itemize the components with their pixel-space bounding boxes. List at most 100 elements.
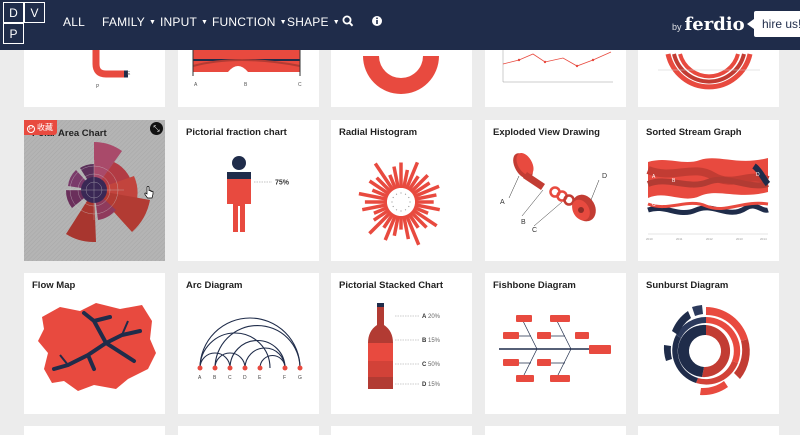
part-label: A — [500, 199, 505, 206]
segment-value: 15% — [428, 338, 441, 344]
pictorial-stacked-thumbnail: A 20% B 15% C 50% D 15% — [368, 303, 441, 389]
logo-letter-p: P — [3, 23, 24, 44]
dvp-logo[interactable]: D V P — [3, 2, 45, 44]
expand-icon[interactable]: ⤡ — [150, 122, 163, 135]
radial-tick — [408, 205, 410, 208]
card-sorted-stream-graph[interactable]: Sorted Stream Graph A B C D 2010 2011 2012… — [638, 120, 779, 261]
card-partial-bottom-2[interactable] — [178, 426, 319, 435]
nav-all-label: ALL — [63, 15, 85, 29]
arc-node-label: G — [298, 375, 302, 381]
nav-input[interactable]: INPUT ▼ — [160, 15, 208, 29]
sorted-stream-graph-thumbnail: A B C D 2010 2011 2012 2013 2014 — [646, 158, 771, 241]
nav-family[interactable]: FAMILY ▼ — [102, 15, 156, 29]
card-partial-4[interactable] — [485, 50, 626, 107]
arc-node-label: F — [283, 375, 286, 381]
hire-us-button[interactable]: hire us! — [754, 11, 800, 37]
stream-label: D — [756, 172, 760, 178]
radial-tick — [395, 209, 398, 211]
pin-icon: P — [27, 125, 35, 133]
partial-label: P — [96, 84, 100, 90]
card-radial-histogram[interactable]: Radial Histogram — [331, 120, 472, 261]
card-pictorial-stacked-chart[interactable]: Pictorial Stacked Chart A 20% B 15% C 50… — [331, 273, 472, 414]
ferdio-brand[interactable]: by ferdio — [672, 14, 745, 35]
caret-down-icon: ▼ — [279, 19, 287, 26]
caret-down-icon: ▼ — [332, 19, 340, 26]
sunburst-diagram-thumbnail — [663, 305, 750, 396]
part-label: C — [532, 227, 537, 234]
radial-tick — [392, 196, 394, 199]
radial-tick — [400, 192, 402, 194]
logo-empty-cell — [24, 23, 45, 44]
card-partial-3[interactable] — [331, 50, 472, 107]
part-label: B — [521, 219, 526, 226]
info-icon[interactable] — [371, 14, 383, 33]
save-tag[interactable]: P 收藏 — [24, 120, 57, 135]
fishbone-diagram-thumbnail — [499, 315, 611, 382]
nav-family-label: FAMILY — [102, 15, 145, 29]
nav-input-label: INPUT — [160, 15, 197, 29]
card-partial-1[interactable]: P E — [24, 50, 165, 107]
svg-text:2011: 2011 — [676, 237, 683, 241]
arc-diagram-thumbnail: A B C D E F G — [197, 317, 303, 381]
hire-us-label: hire us! — [762, 17, 800, 31]
radial-tick — [404, 193, 407, 195]
arc-node-label: E — [258, 375, 262, 381]
nav-function-label: FUNCTION — [212, 15, 276, 29]
hand-cursor-icon — [144, 186, 154, 199]
exploded-view-thumbnail: A B C D — [500, 153, 607, 234]
segment-value: 50% — [428, 362, 441, 368]
nav-shape[interactable]: SHAPE ▼ — [287, 15, 340, 29]
radial-tick — [404, 209, 407, 211]
radial-tick — [391, 201, 393, 203]
brand-name: ferdio — [684, 14, 745, 35]
search-icon[interactable] — [342, 14, 354, 33]
card-partial-5[interactable] — [638, 50, 779, 107]
card-partial-bottom-4[interactable] — [485, 426, 626, 435]
svg-text:2013: 2013 — [736, 237, 743, 241]
flow-map-thumbnail — [38, 303, 156, 391]
partial-chart-1: P E — [92, 50, 131, 90]
fraction-value: 75% — [275, 180, 290, 187]
radial-histogram-thumbnail — [358, 161, 441, 246]
partial-chart-3 — [363, 56, 439, 94]
segment-value: 15% — [428, 382, 441, 388]
card-flow-map[interactable]: Flow Map — [24, 273, 165, 414]
card-exploded-view-drawing[interactable]: Exploded View Drawing A B C D — [485, 120, 626, 261]
radial-tick — [395, 193, 398, 195]
card-sunburst-diagram[interactable]: Sunburst Diagram — [638, 273, 779, 414]
segment-letter: A — [422, 314, 427, 320]
nav-function[interactable]: FUNCTION ▼ — [212, 15, 287, 29]
partial-label: E — [127, 71, 131, 77]
part-label: D — [602, 173, 607, 180]
nav-all[interactable]: ALL — [63, 15, 85, 29]
caret-down-icon: ▼ — [201, 19, 209, 26]
arc-node-label: C — [228, 375, 232, 381]
card-fishbone-diagram[interactable]: Fishbone Diagram — [485, 273, 626, 414]
segment-letter: D — [422, 382, 427, 388]
radial-tick — [392, 205, 394, 208]
card-arc-diagram[interactable]: Arc Diagram A B C D E F G — [178, 273, 319, 414]
segment-letter: C — [422, 362, 427, 368]
navbar: D V P ALL FAMILY ▼ INPUT ▼ FUNCTION ▼ SHAPE… — [0, 0, 800, 50]
card-pictorial-fraction-chart[interactable]: Pictorial fraction chart 75% — [178, 120, 319, 261]
card-partial-bottom-3[interactable] — [331, 426, 472, 435]
radial-tick — [409, 201, 411, 203]
arc-node-label: D — [243, 375, 247, 381]
card-partial-bottom-1[interactable] — [24, 426, 165, 435]
save-tag-label: 收藏 — [37, 123, 53, 132]
card-polar-area-chart[interactable]: Polar Area Chart P 收藏 ⤡ — [24, 120, 165, 261]
radial-tick — [400, 210, 402, 212]
segment-value: 20% — [428, 314, 441, 320]
arc-node-label: A — [198, 375, 202, 381]
card-partial-2[interactable]: A B C — [178, 50, 319, 107]
partial-chart-4 — [502, 50, 613, 83]
logo-letter-d: D — [3, 2, 24, 23]
partial-label: A — [194, 82, 198, 88]
stream-label: C — [652, 202, 656, 208]
card-partial-bottom-5[interactable] — [638, 426, 779, 435]
segment-letter: B — [422, 338, 427, 344]
partial-chart-5 — [658, 53, 760, 90]
svg-text:2010: 2010 — [646, 237, 653, 241]
caret-down-icon: ▼ — [149, 19, 157, 26]
svg-text:2014: 2014 — [760, 237, 767, 241]
